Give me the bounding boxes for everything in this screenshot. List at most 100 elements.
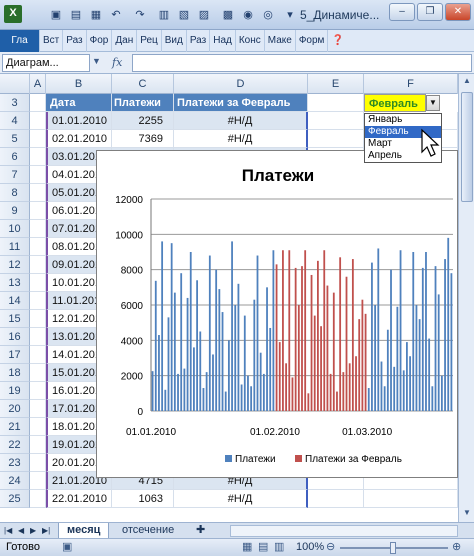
help-icon[interactable]: ❓ xyxy=(328,30,346,52)
row-header[interactable]: 15 xyxy=(0,310,30,328)
dropdown-option[interactable]: Январь xyxy=(365,114,441,126)
cell-a[interactable] xyxy=(30,364,46,382)
zoom-level[interactable]: 100% xyxy=(296,541,324,553)
vertical-scrollbar[interactable]: ▲ ▼ xyxy=(458,74,474,522)
column-header-f[interactable]: F xyxy=(364,74,458,94)
tab-chart-format[interactable]: Форм xyxy=(296,30,329,52)
function-icon[interactable]: fx xyxy=(112,54,128,72)
month-filter-cell[interactable]: Февраль xyxy=(364,94,426,112)
row-header[interactable]: 11 xyxy=(0,238,30,256)
cell-a[interactable] xyxy=(30,274,46,292)
zoom-out-icon[interactable]: ⊖ xyxy=(326,540,335,553)
horizontal-scrollbar[interactable] xyxy=(230,525,458,537)
sheet-tab-month[interactable]: месяц xyxy=(58,523,110,539)
last-sheet-icon[interactable]: ▶| xyxy=(40,523,52,539)
normal-view-icon[interactable]: ▦ xyxy=(242,540,252,553)
cell-e[interactable] xyxy=(308,112,364,130)
column-header-c[interactable]: C xyxy=(112,74,174,94)
cell-a[interactable] xyxy=(30,436,46,454)
name-box[interactable]: Диаграм... xyxy=(2,54,90,72)
restore-icon[interactable]: ❐ xyxy=(417,3,443,21)
record-icon[interactable]: ◉ xyxy=(240,7,256,23)
cell-a[interactable] xyxy=(30,346,46,364)
cell-payment-feb[interactable]: #Н/Д xyxy=(174,112,308,130)
scroll-down-icon[interactable]: ▼ xyxy=(461,508,473,520)
cell-payment[interactable]: 7369 xyxy=(112,130,174,148)
row-header[interactable]: 8 xyxy=(0,184,30,202)
cell-date[interactable]: 01.01.2010 xyxy=(46,112,112,130)
row-header[interactable]: 14 xyxy=(0,292,30,310)
column-header-a[interactable]: A xyxy=(30,74,46,94)
cell-a[interactable] xyxy=(30,112,46,130)
tab-formulas[interactable]: Фор xyxy=(87,30,113,52)
prev-sheet-icon[interactable]: ◀ xyxy=(16,523,26,539)
tab-addins[interactable]: Над xyxy=(210,30,236,52)
tab-data[interactable]: Дан xyxy=(112,30,138,52)
cell-payment[interactable]: 1063 xyxy=(112,490,174,508)
cell-a[interactable] xyxy=(30,148,46,166)
dialog-icon[interactable]: ▩ xyxy=(220,7,236,23)
row-header[interactable]: 18 xyxy=(0,364,30,382)
cell-a[interactable] xyxy=(30,382,46,400)
cell-f[interactable] xyxy=(364,490,458,508)
row-header[interactable]: 21 xyxy=(0,418,30,436)
cell-a[interactable] xyxy=(30,472,46,490)
cell-a[interactable] xyxy=(30,166,46,184)
first-sheet-icon[interactable]: |◀ xyxy=(2,523,14,539)
tools-icon[interactable]: ◎ xyxy=(260,7,276,23)
cell-payment-feb[interactable]: #Н/Д xyxy=(174,490,308,508)
row-header[interactable]: 6 xyxy=(0,148,30,166)
column-header-d[interactable]: D xyxy=(174,74,308,94)
column-header-e[interactable]: E xyxy=(308,74,364,94)
cell-e[interactable] xyxy=(308,490,364,508)
cell-a[interactable] xyxy=(30,220,46,238)
minimize-icon[interactable]: – xyxy=(389,3,415,21)
select-all-corner[interactable] xyxy=(0,74,30,94)
row-header[interactable]: 17 xyxy=(0,346,30,364)
row-header[interactable]: 24 xyxy=(0,472,30,490)
row-header[interactable]: 9 xyxy=(0,202,30,220)
cell-a[interactable] xyxy=(30,454,46,472)
header-date[interactable]: Дата xyxy=(46,94,112,112)
zoom-slider-thumb[interactable] xyxy=(390,542,396,554)
filter-dropdown-arrow-icon[interactable]: ▼ xyxy=(426,95,440,111)
cell-a[interactable] xyxy=(30,238,46,256)
tab-developer[interactable]: Раз xyxy=(187,30,211,52)
scroll-up-icon[interactable]: ▲ xyxy=(461,76,473,88)
office-button-icon[interactable]: X xyxy=(4,5,22,23)
payments-chart[interactable]: Платежи 0 2000 4000 6000 8000 10000 12000 01.0… xyxy=(96,150,458,478)
undo-icon[interactable]: ↶ xyxy=(108,7,124,23)
tab-insert[interactable]: Вст xyxy=(40,30,64,52)
row-header[interactable]: 23 xyxy=(0,454,30,472)
name-box-dropdown-icon[interactable]: ▼ xyxy=(92,56,101,66)
cell-a[interactable] xyxy=(30,400,46,418)
cell-a[interactable] xyxy=(30,184,46,202)
page-layout-view-icon[interactable]: ▤ xyxy=(258,540,268,553)
cell-payment[interactable]: 2255 xyxy=(112,112,174,130)
row-header[interactable]: 20 xyxy=(0,400,30,418)
row-header[interactable]: 19 xyxy=(0,382,30,400)
cell-a[interactable] xyxy=(30,418,46,436)
sheet-tab-cutoff[interactable]: отсечение xyxy=(114,523,182,539)
header-payments-feb[interactable]: Платежи за Февраль xyxy=(174,94,308,112)
next-sheet-icon[interactable]: ▶ xyxy=(28,523,38,539)
scroll-thumb[interactable] xyxy=(461,92,473,202)
row-header[interactable]: 7 xyxy=(0,166,30,184)
row-header[interactable]: 16 xyxy=(0,328,30,346)
quick-print-icon[interactable]: ▥ xyxy=(156,7,172,23)
redo-icon[interactable]: ↷ xyxy=(132,7,148,23)
page-break-view-icon[interactable]: ▥ xyxy=(274,540,284,553)
spelling-icon[interactable]: ▨ xyxy=(196,7,212,23)
tab-review[interactable]: Рец xyxy=(137,30,162,52)
cell-a[interactable] xyxy=(30,292,46,310)
cell-a[interactable] xyxy=(30,130,46,148)
preview-icon[interactable]: ▧ xyxy=(176,7,192,23)
row-header[interactable]: 25 xyxy=(0,490,30,508)
tab-chart-layout[interactable]: Маке xyxy=(265,30,296,52)
tab-chart-design[interactable]: Конс xyxy=(236,30,265,52)
row-header[interactable]: 4 xyxy=(0,112,30,130)
tab-view[interactable]: Вид xyxy=(162,30,187,52)
insert-sheet-icon[interactable]: ✚ xyxy=(192,523,209,539)
cell-a[interactable] xyxy=(30,310,46,328)
save-icon[interactable]: ▣ xyxy=(48,7,64,23)
